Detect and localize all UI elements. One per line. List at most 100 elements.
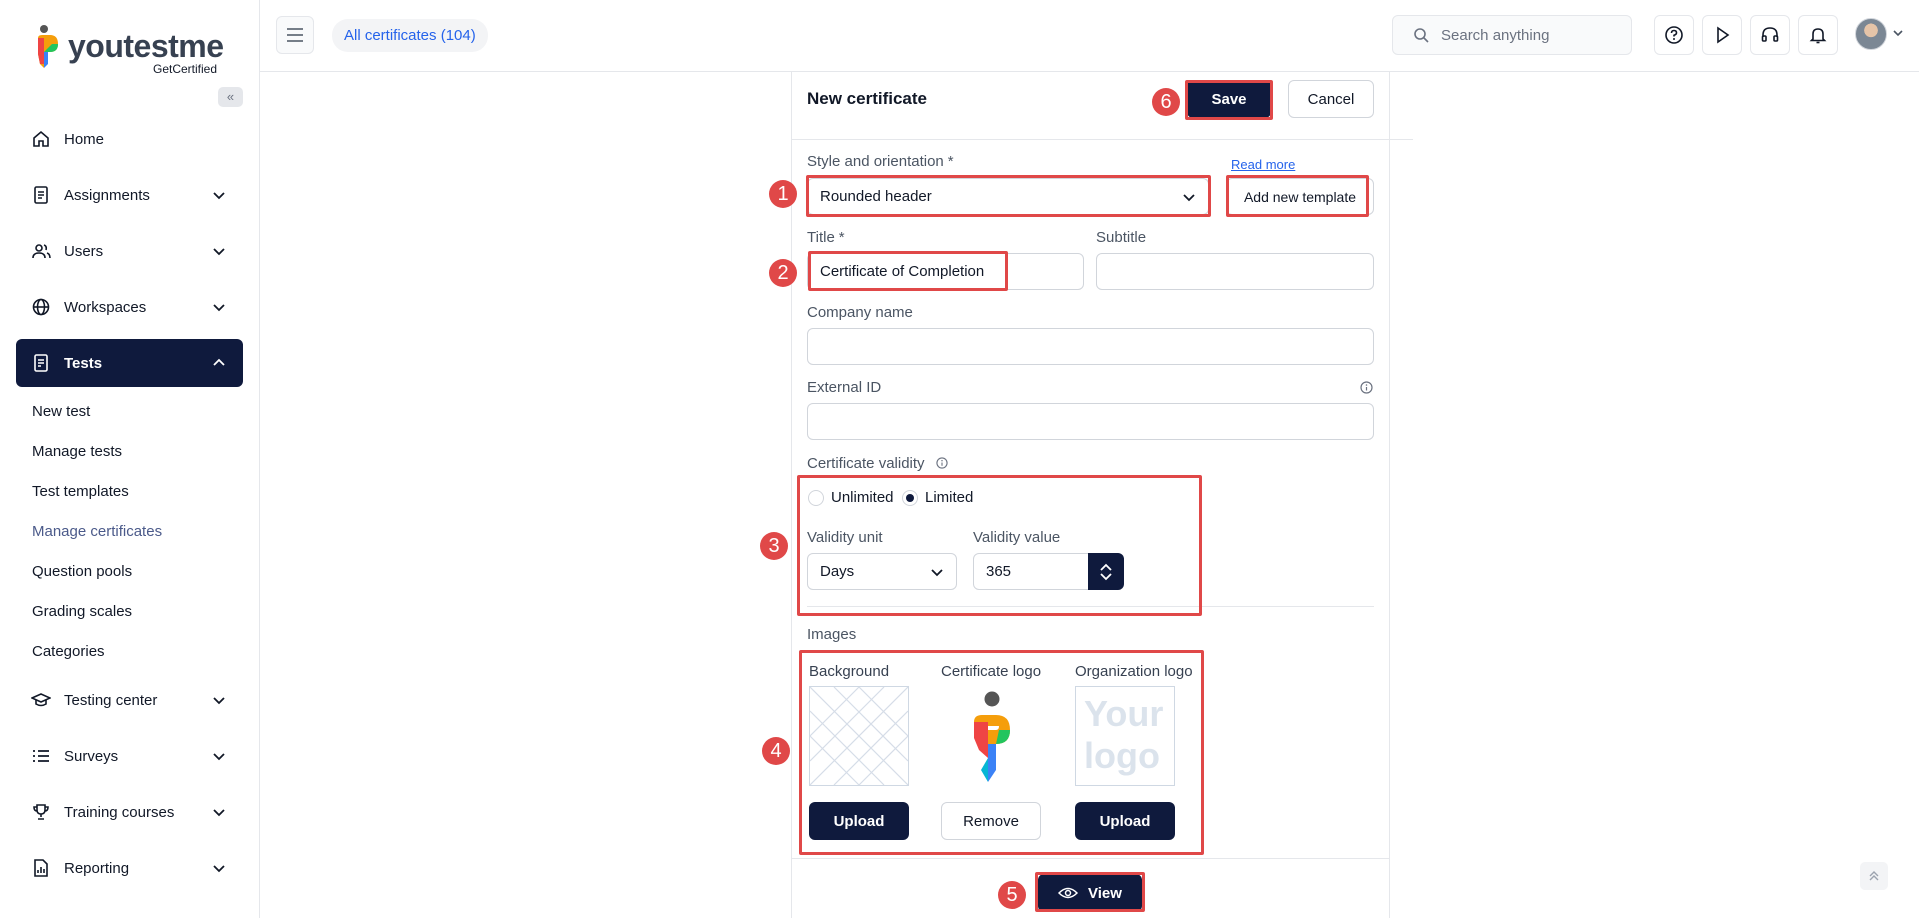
- organization-logo-label: Organization logo: [1075, 663, 1193, 680]
- sub-question-pools[interactable]: Question pools: [32, 563, 132, 580]
- topbar: All certificates (104) Search anything: [260, 0, 1919, 72]
- headset-icon: [1761, 27, 1779, 42]
- style-select[interactable]: Rounded header: [807, 178, 1209, 215]
- chevron-down-icon: [213, 248, 225, 256]
- list-icon: [30, 745, 52, 767]
- users-icon: [30, 240, 52, 262]
- cancel-button[interactable]: Cancel: [1288, 80, 1374, 118]
- validity-value-input[interactable]: 365: [973, 553, 1091, 590]
- validity-unit-label: Validity unit: [807, 529, 883, 546]
- sub-new-test[interactable]: New test: [32, 403, 90, 420]
- organization-logo-preview: Your logo: [1075, 686, 1175, 786]
- chevron-down-icon: [213, 809, 225, 817]
- nav-surveys[interactable]: Surveys: [16, 732, 243, 780]
- notifications-button[interactable]: [1798, 15, 1838, 55]
- chevron-down-icon: [1183, 194, 1195, 202]
- home-icon: [30, 128, 52, 150]
- title-input[interactable]: Certificate of Completion: [807, 253, 1084, 290]
- external-id-input[interactable]: [807, 403, 1374, 440]
- globe-icon: [30, 296, 52, 318]
- sub-test-templates[interactable]: Test templates: [32, 483, 129, 500]
- nav-label: Workspaces: [64, 298, 147, 316]
- support-button[interactable]: [1750, 15, 1790, 55]
- nav-testing-center[interactable]: Testing center: [16, 676, 243, 724]
- chevron-down-icon[interactable]: [1892, 27, 1904, 39]
- nav-users[interactable]: Users: [16, 227, 243, 275]
- breadcrumb[interactable]: All certificates (104): [332, 19, 488, 52]
- nav-workspaces[interactable]: Workspaces: [16, 283, 243, 331]
- validity-value-label: Validity value: [973, 529, 1061, 546]
- nav-label: Surveys: [64, 747, 119, 765]
- app-logo[interactable]: youtestme GetCertified: [32, 22, 232, 76]
- chevron-down-icon: [931, 569, 943, 577]
- your-logo-placeholder: Your logo: [1084, 693, 1163, 777]
- remove-certificate-logo-button[interactable]: Remove: [941, 802, 1041, 840]
- search-input[interactable]: Search anything: [1392, 15, 1632, 55]
- save-button[interactable]: Save: [1187, 80, 1271, 118]
- annotation-badge-4: 4: [762, 737, 790, 765]
- footer-divider: [791, 858, 1390, 859]
- menu-toggle-button[interactable]: [276, 16, 314, 54]
- scroll-to-top-button[interactable]: [1860, 862, 1888, 890]
- avatar[interactable]: [1855, 18, 1887, 50]
- assignments-icon: [30, 184, 52, 206]
- images-label: Images: [807, 626, 857, 643]
- logo-subtitle: GetCertified: [153, 62, 218, 76]
- sub-manage-tests[interactable]: Manage tests: [32, 443, 122, 460]
- nav-label: Users: [64, 242, 104, 260]
- nav-label: Testing center: [64, 691, 158, 709]
- certificate-logo-label: Certificate logo: [941, 663, 1042, 680]
- title-label: Title *: [807, 229, 845, 246]
- validity-unit-select[interactable]: Days: [807, 553, 957, 590]
- view-button[interactable]: View: [1038, 874, 1142, 912]
- background-label: Background: [809, 663, 890, 680]
- nav-assignments[interactable]: Assignments: [16, 171, 243, 219]
- sub-grading-scales[interactable]: Grading scales: [32, 603, 132, 620]
- chevron-down-icon: [213, 865, 225, 873]
- chevron-down-icon: [213, 192, 225, 200]
- sidebar: youtestme GetCertified « Home Assignment…: [0, 0, 260, 918]
- chevron-up-icon: [213, 358, 225, 366]
- nav-reporting[interactable]: Reporting: [16, 844, 243, 892]
- unlimited-radio[interactable]: [808, 490, 824, 506]
- nav-training-courses[interactable]: Training courses: [16, 788, 243, 836]
- help-button[interactable]: [1654, 15, 1694, 55]
- chevron-down-icon: [213, 304, 225, 312]
- nav-label: Tests: [64, 354, 103, 372]
- info-icon[interactable]: [936, 457, 948, 469]
- upload-background-button[interactable]: Upload: [809, 802, 909, 840]
- logo-mark-icon: [974, 691, 1010, 782]
- subtitle-input[interactable]: [1096, 253, 1374, 290]
- validity-unit-value: Days: [820, 563, 855, 580]
- trophy-icon: [30, 801, 52, 823]
- search-placeholder: Search anything: [1441, 26, 1550, 44]
- limited-radio[interactable]: [902, 490, 918, 506]
- annotation-badge-6: 6: [1152, 88, 1180, 116]
- upload-organization-logo-button[interactable]: Upload: [1075, 802, 1175, 840]
- sub-categories[interactable]: Categories: [32, 643, 105, 660]
- annotation-badge-2: 2: [769, 259, 797, 287]
- chevron-down-icon[interactable]: [1099, 572, 1113, 582]
- play-button[interactable]: [1702, 15, 1742, 55]
- info-icon[interactable]: [1360, 381, 1373, 394]
- nav-label: Home: [64, 130, 105, 148]
- subtitle-label: Subtitle: [1096, 229, 1147, 246]
- annotation-badge-3: 3: [760, 532, 788, 560]
- read-more-link[interactable]: Read more: [1231, 157, 1295, 172]
- chevron-up-icon[interactable]: [1099, 562, 1113, 572]
- company-input[interactable]: [807, 328, 1374, 365]
- validity-stepper[interactable]: [1088, 553, 1124, 590]
- sub-manage-certificates[interactable]: Manage certificates: [32, 523, 162, 540]
- header-divider: [791, 139, 1413, 140]
- tests-icon: [30, 352, 52, 374]
- image-placeholder-icon: [809, 686, 909, 786]
- external-id-label: External ID: [807, 379, 882, 396]
- title-input-value: Certificate of Completion: [820, 263, 985, 280]
- nav-tests[interactable]: Tests: [16, 339, 243, 387]
- validity-value-text: 365: [986, 563, 1012, 580]
- collapse-sidebar-button[interactable]: «: [218, 87, 243, 107]
- background-preview: [809, 686, 909, 786]
- nav-home[interactable]: Home: [16, 115, 243, 163]
- eye-icon: [1058, 887, 1079, 899]
- add-template-button[interactable]: Add new template: [1226, 178, 1374, 215]
